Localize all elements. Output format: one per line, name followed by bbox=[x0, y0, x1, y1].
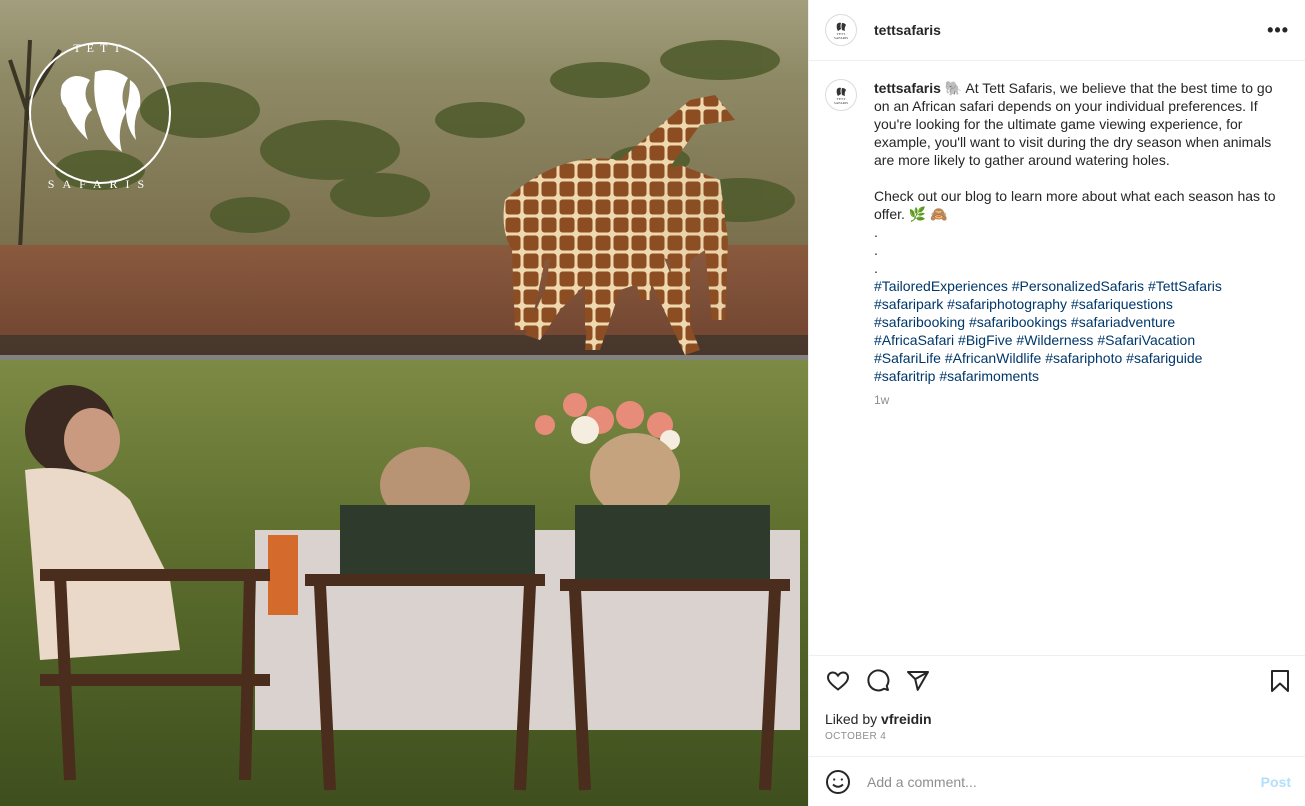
caption-dot: . bbox=[874, 224, 878, 240]
brand-logo-bottom-text: SAFARIS bbox=[48, 177, 152, 191]
caption-username[interactable]: tettsafaris bbox=[874, 80, 941, 96]
brand-logo-top-text: TETT bbox=[73, 41, 126, 55]
hashtag-link[interactable]: #AfricanWildlife bbox=[945, 350, 1041, 366]
caption-body: tettsafaris 🐘 At Tett Safaris, we believ… bbox=[874, 79, 1278, 409]
caption-avatar[interactable]: TETT SAFARIS bbox=[825, 79, 857, 111]
likes-summary: Liked by vfreidin bbox=[825, 711, 932, 727]
emoji-icon[interactable] bbox=[825, 769, 851, 795]
caption-dot: . bbox=[874, 242, 878, 258]
hashtag-link[interactable]: #safaripark bbox=[874, 296, 943, 312]
comment-form: Post bbox=[809, 756, 1305, 806]
header-username[interactable]: tettsafaris bbox=[874, 22, 941, 38]
hashtag-link[interactable]: #AfricaSafari bbox=[874, 332, 954, 348]
hashtag-link[interactable]: #TettSafaris bbox=[1148, 278, 1222, 294]
hashtag-link[interactable]: #safariphotography bbox=[947, 296, 1067, 312]
hashtags: #TailoredExperiences #PersonalizedSafari… bbox=[874, 277, 1278, 385]
safari-scene-image: TETT SAFARIS bbox=[0, 0, 808, 806]
bookmark-icon[interactable] bbox=[1267, 668, 1293, 694]
send-icon[interactable] bbox=[905, 668, 931, 694]
instagram-post: TETT SAFARIS TETT SAFARIS tettsafaris ••… bbox=[0, 0, 1305, 806]
caption-paragraph-2: Check out our blog to learn more about w… bbox=[874, 188, 1276, 222]
hashtag-link[interactable]: #safariadventure bbox=[1071, 314, 1175, 330]
hashtag-link[interactable]: #safariphoto bbox=[1045, 350, 1122, 366]
hashtag-link[interactable]: #safaritrip bbox=[874, 368, 935, 384]
comments-area: TETT SAFARIS tettsafaris 🐘 At Tett Safar… bbox=[809, 61, 1305, 656]
hashtag-link[interactable]: #safaribookings bbox=[969, 314, 1067, 330]
heart-icon[interactable] bbox=[825, 668, 851, 694]
post-date[interactable]: OCTOBER 4 bbox=[825, 731, 886, 742]
svg-text:SAFARIS: SAFARIS bbox=[834, 101, 848, 105]
hashtag-link[interactable]: #BigFive bbox=[958, 332, 1012, 348]
action-bar bbox=[809, 655, 1305, 705]
caption-dot: . bbox=[874, 260, 878, 276]
comment-icon[interactable] bbox=[865, 668, 891, 694]
post-panel: TETT SAFARIS tettsafaris ••• TETT SAFARI… bbox=[808, 0, 1305, 806]
hashtag-link[interactable]: #safariquestions bbox=[1071, 296, 1173, 312]
tett-logo-icon: TETT SAFARIS bbox=[834, 87, 848, 105]
hashtag-link[interactable]: #SafariVacation bbox=[1097, 332, 1195, 348]
post-comment-button[interactable]: Post bbox=[1261, 774, 1291, 790]
time-ago[interactable]: 1w bbox=[874, 391, 1278, 409]
post-photo[interactable]: TETT SAFARIS bbox=[0, 0, 808, 806]
hashtag-link[interactable]: #safariguide bbox=[1126, 350, 1202, 366]
comment-input[interactable] bbox=[865, 772, 1261, 791]
more-options-icon[interactable]: ••• bbox=[1267, 20, 1289, 41]
svg-text:SAFARIS: SAFARIS bbox=[834, 36, 848, 40]
hashtag-link[interactable]: #safaribooking bbox=[874, 314, 965, 330]
hashtag-link[interactable]: #PersonalizedSafaris bbox=[1012, 278, 1144, 294]
post-header: TETT SAFARIS tettsafaris ••• bbox=[809, 0, 1305, 61]
caption: TETT SAFARIS tettsafaris 🐘 At Tett Safar… bbox=[825, 79, 1289, 409]
hashtag-link[interactable]: #Wilderness bbox=[1016, 332, 1093, 348]
hashtag-link[interactable]: #safarimoments bbox=[939, 368, 1039, 384]
tett-logo-icon: TETT SAFARIS bbox=[834, 22, 848, 40]
avatar[interactable]: TETT SAFARIS bbox=[825, 14, 857, 46]
hashtag-link[interactable]: #SafariLife bbox=[874, 350, 941, 366]
likes-prefix: Liked by bbox=[825, 711, 878, 727]
liked-by-user[interactable]: vfreidin bbox=[881, 711, 932, 727]
hashtag-link[interactable]: #TailoredExperiences bbox=[874, 278, 1008, 294]
